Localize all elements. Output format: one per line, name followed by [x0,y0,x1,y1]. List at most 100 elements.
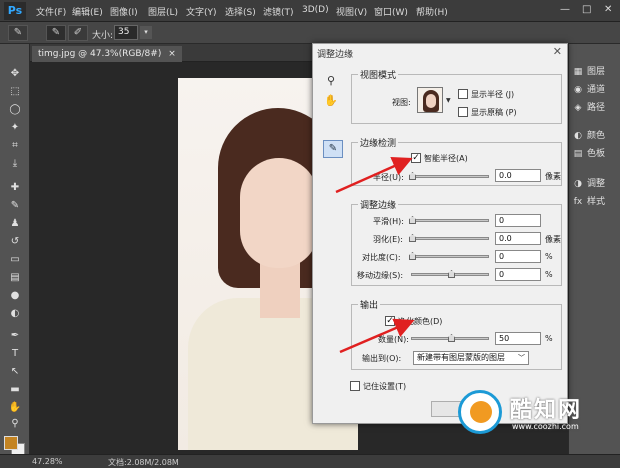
smooth-slider-handle[interactable] [409,216,416,224]
menu-view[interactable]: 视图(V) [336,5,367,18]
healing-brush-tool-icon[interactable]: ✚ [6,180,24,195]
radius-unit: 像素 [545,172,561,181]
contrast-label: 对比度(C): [362,253,401,262]
smooth-label: 平滑(H): [373,217,404,226]
remember-settings-label: 记住设置(T) [363,382,407,391]
feather-input[interactable]: 0.0 [495,232,541,245]
smooth-input[interactable]: 0 [495,214,541,227]
toolbox: ✥ ⬚ ◯ ✦ ⌗ ⤓ ✚ ✎ ♟ ↺ ▭ ▤ ● ◐ ✒ T ↖ ▬ ✋ ⚲ [0,44,30,457]
dodge-tool-icon[interactable]: ◐ [6,306,24,321]
amount-slider[interactable] [411,334,489,342]
swatches-icon: ▤ [573,149,583,159]
menu-file[interactable]: 文件(F) [36,5,66,18]
close-window-button[interactable]: ✕ [604,4,612,15]
tool-preset-icon[interactable]: ✎ [8,25,28,41]
minimize-button[interactable]: — [560,4,570,15]
zoom-icon[interactable]: ⚲ [321,72,341,90]
menu-edit[interactable]: 编辑(E) [72,5,103,18]
show-radius-checkbox[interactable] [458,89,468,99]
shift-edge-label: 移动边缘(S): [357,271,404,280]
show-original-label: 显示原稿 (P) [471,108,517,117]
panel-paths[interactable]: ◈ 路径 [572,100,620,116]
remember-settings-checkbox[interactable] [350,381,360,391]
radius-slider-handle[interactable] [409,172,416,180]
shape-tool-icon[interactable]: ▬ [6,382,24,397]
panel-swatches[interactable]: ▤ 色板 [572,146,620,162]
amount-slider-handle[interactable] [448,334,455,342]
smart-radius-checkbox[interactable]: ✓ [411,153,421,163]
foreground-color-swatch[interactable] [4,436,18,450]
menu-type[interactable]: 文字(Y) [186,5,217,18]
radius-input[interactable]: 0.0 [495,169,541,182]
panel-channels[interactable]: ◉ 通道 [572,82,620,98]
panel-styles[interactable]: fx 样式 [572,194,620,210]
feather-unit: 像素 [545,235,561,244]
menu-layer[interactable]: 图层(L) [148,5,178,18]
menu-3d[interactable]: 3D(D) [302,5,329,15]
menu-window[interactable]: 窗口(W) [374,5,408,18]
path-select-tool-icon[interactable]: ↖ [6,364,24,379]
contrast-unit: % [545,252,553,261]
view-mode-group: 视图模式 视图: ▼ 显示半径 (J) 显示原稿 (P) [351,68,562,124]
erase-refinements-icon[interactable]: ✐ [68,25,88,41]
marquee-tool-icon[interactable]: ⬚ [6,84,24,99]
menu-filter[interactable]: 滤镜(T) [263,5,294,18]
shift-edge-input[interactable]: 0 [495,268,541,281]
hand-tool-icon[interactable]: ✋ [6,400,24,415]
size-dropdown-arrow-icon[interactable]: ▾ [140,26,152,39]
view-dropdown-arrow-icon[interactable]: ▼ [446,97,451,104]
eyedropper-tool-icon[interactable]: ⤓ [6,156,24,171]
refine-radius-tool-icon[interactable]: ✎ [46,25,66,41]
menu-select[interactable]: 选择(S) [225,5,256,18]
contrast-slider[interactable] [409,252,489,260]
decontaminate-colors-checkbox[interactable]: ✓ [385,316,395,326]
eraser-tool-icon[interactable]: ▭ [6,252,24,267]
type-tool-icon[interactable]: T [6,346,24,361]
radius-slider[interactable] [409,172,489,180]
smooth-slider[interactable] [409,216,489,224]
move-tool-icon[interactable]: ✥ [6,66,24,81]
show-original-checkbox[interactable] [458,107,468,117]
photoshop-logo: Ps [4,2,26,20]
pen-tool-icon[interactable]: ✒ [6,328,24,343]
feather-slider-handle[interactable] [409,234,416,242]
color-icon: ◐ [574,131,582,141]
adjust-edge-group: 调整边缘 平滑(H): 0 羽化(E): 0.0 像素 对比度(C): 0 % … [351,198,562,286]
view-thumbnail[interactable] [417,87,443,113]
size-input[interactable]: 35 [114,25,138,40]
crop-tool-icon[interactable]: ⌗ [6,138,24,153]
output-to-value: 新建带有图层蒙版的图层 [417,353,505,362]
contrast-input[interactable]: 0 [495,250,541,263]
adjustments-icon: ◑ [574,179,582,189]
options-bar: ✎ ✎ ✐ 大小: 35 ▾ [0,22,620,44]
lasso-tool-icon[interactable]: ◯ [6,102,24,117]
refine-radius-brush-icon[interactable]: ✎ [323,140,343,158]
clone-stamp-tool-icon[interactable]: ♟ [6,216,24,231]
blur-tool-icon[interactable]: ● [6,288,24,303]
document-tab[interactable]: timg.jpg @ 47.3%(RGB/8#) × [32,46,182,62]
radius-label: 半径(U): [373,173,404,182]
hand-icon[interactable]: ✋ [321,92,341,110]
amount-input[interactable]: 50 [495,332,541,345]
shift-edge-slider[interactable] [411,270,489,278]
styles-icon: fx [573,197,583,207]
quick-select-tool-icon[interactable]: ✦ [6,120,24,135]
document-tab-close-icon[interactable]: × [168,49,176,59]
feather-slider[interactable] [409,234,489,242]
maximize-button[interactable]: □ [582,4,591,15]
contrast-slider-handle[interactable] [409,252,416,260]
zoom-level[interactable]: 47.28% [32,457,63,466]
panel-layers[interactable]: ▦ 图层 [572,64,620,80]
shift-edge-slider-handle[interactable] [448,270,455,278]
brush-tool-icon[interactable]: ✎ [6,198,24,213]
panel-adjustments[interactable]: ◑ 调整 [572,176,620,192]
zoom-tool-icon[interactable]: ⚲ [6,416,24,431]
output-to-select[interactable]: 新建带有图层蒙版的图层 ﹀ [413,351,529,365]
panel-color[interactable]: ◐ 颜色 [572,128,620,144]
menu-help[interactable]: 帮助(H) [416,5,448,18]
menu-image[interactable]: 图像(I) [110,5,138,18]
dialog-close-icon[interactable]: ✕ [553,45,562,58]
decontaminate-colors-label: 净化颜色(D) [398,317,443,326]
gradient-tool-icon[interactable]: ▤ [6,270,24,285]
history-brush-tool-icon[interactable]: ↺ [6,234,24,249]
